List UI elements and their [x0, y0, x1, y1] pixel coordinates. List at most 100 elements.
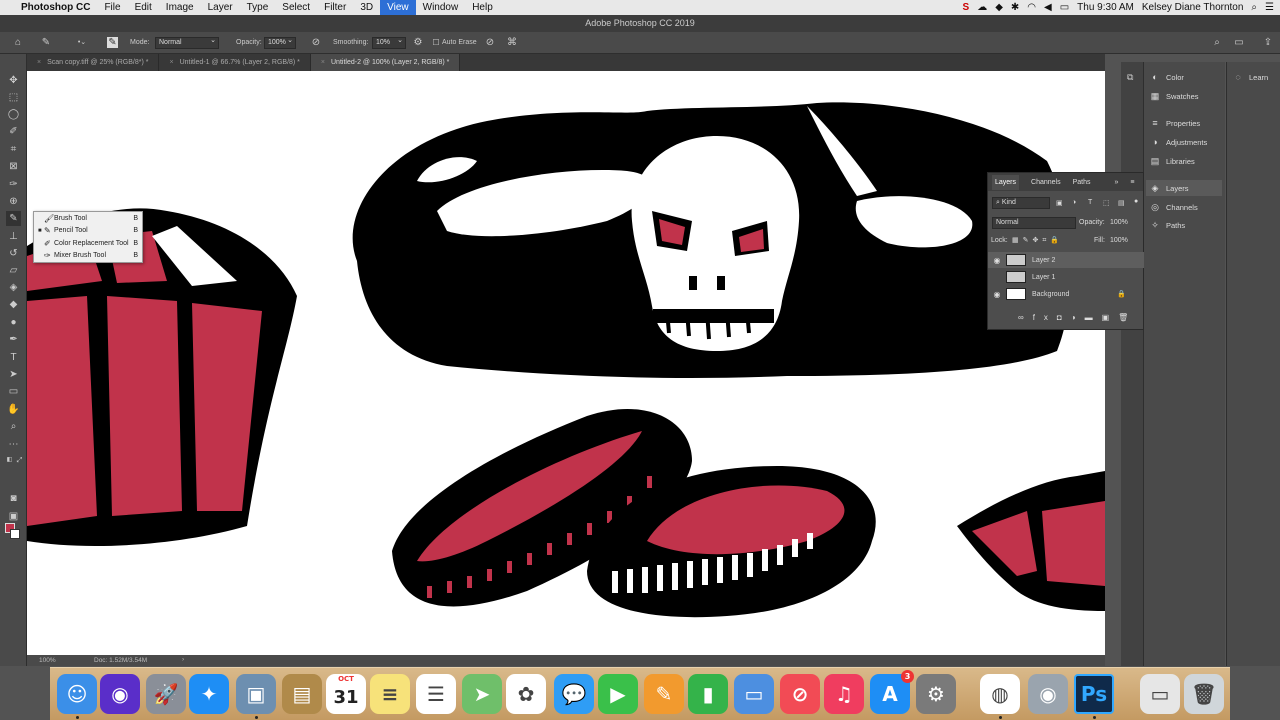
dock-app-maps[interactable]: ➤: [462, 674, 502, 714]
stamp-tool-icon[interactable]: ⊥: [6, 229, 21, 244]
rectangle-tool-icon[interactable]: ▭: [6, 384, 21, 399]
flyout-item-brush[interactable]: 🖌 Brush Tool B: [34, 212, 142, 225]
eye-icon[interactable]: ◉: [988, 290, 1006, 299]
dock-channels[interactable]: ◎ Channels: [1150, 199, 1198, 215]
menu-view[interactable]: View: [380, 0, 416, 15]
marquee-tool-icon[interactable]: ⬚: [6, 90, 21, 105]
filter-shape-icon[interactable]: ⬚: [1103, 199, 1110, 207]
dock-app-reminders[interactable]: ☰: [416, 674, 456, 714]
wifi-icon[interactable]: ◠: [1027, 2, 1036, 13]
dock-app-notes[interactable]: ≡: [370, 674, 410, 714]
close-icon[interactable]: ×: [37, 59, 41, 66]
bluetooth-icon[interactable]: ✱: [1011, 2, 1019, 13]
close-icon[interactable]: ×: [321, 59, 325, 66]
menu-type[interactable]: Type: [240, 0, 276, 15]
volume-icon[interactable]: ◀: [1044, 2, 1052, 13]
collapse-icon[interactable]: »: [1115, 179, 1119, 186]
menu-image[interactable]: Image: [159, 0, 201, 15]
dock-app-app-store[interactable]: A3: [870, 670, 914, 714]
filter-smart-icon[interactable]: ▤: [1118, 199, 1125, 207]
menu-filter[interactable]: Filter: [317, 0, 353, 15]
menu-3d[interactable]: 3D: [353, 0, 380, 15]
dock-app-messages[interactable]: 💬: [554, 674, 594, 714]
pencil-tool-icon[interactable]: ✎: [6, 211, 21, 226]
dock-app-chrome[interactable]: ◍: [980, 674, 1020, 714]
menu-app-name[interactable]: Photoshop CC: [14, 0, 97, 15]
dock-app-keynote[interactable]: ▭: [734, 674, 774, 714]
quick-select-tool-icon[interactable]: ✐: [6, 124, 21, 139]
menu-window[interactable]: Window: [416, 0, 466, 15]
dock-color[interactable]: ◐ Color: [1150, 69, 1184, 85]
lock-icons[interactable]: ▦✎✥⌗🔒: [1012, 236, 1063, 245]
dock-app-siri[interactable]: ◉: [100, 674, 140, 714]
layer-row-layer-2[interactable]: ◉ Layer 2: [988, 252, 1144, 268]
quick-mask-icon[interactable]: ◙: [6, 491, 21, 506]
tab-paths[interactable]: Paths: [1073, 179, 1091, 186]
smoothing-field[interactable]: 10%: [372, 36, 406, 49]
layer-name[interactable]: Layer 1: [1032, 274, 1055, 281]
pen-tool-icon[interactable]: ✒: [6, 332, 21, 347]
eye-icon[interactable]: ◉: [988, 256, 1006, 265]
search-icon[interactable]: ⌕: [1211, 37, 1223, 49]
status-icon-s[interactable]: S: [963, 2, 970, 13]
auto-erase-checkbox[interactable]: ☐: [430, 37, 442, 49]
dock-app-finder[interactable]: ☺: [57, 674, 97, 714]
dodge-tool-icon[interactable]: ●: [6, 315, 21, 330]
swap-colors-icon[interactable]: ⤢: [12, 453, 27, 468]
path-select-tool-icon[interactable]: ➤: [6, 367, 21, 382]
zoom-level[interactable]: 100%: [39, 657, 56, 664]
flyout-item-pencil[interactable]: ■ ✎ Pencil Tool B: [34, 225, 142, 238]
dock-app-numbers[interactable]: ▮: [688, 674, 728, 714]
tab-untitled-2[interactable]: × Untitled-2 @ 100% (Layer 2, RGB/8) *: [310, 54, 461, 71]
healing-tool-icon[interactable]: ⊕: [6, 194, 21, 209]
hand-tool-icon[interactable]: ✋: [6, 402, 21, 417]
dock-learn[interactable]: ◌ Learn: [1233, 69, 1268, 85]
frame-tool-icon[interactable]: ⊠: [6, 159, 21, 174]
close-icon[interactable]: ×: [169, 59, 173, 66]
move-tool-icon[interactable]: ✥: [6, 73, 21, 88]
panel-menu-icon[interactable]: ≡: [1130, 179, 1134, 186]
workspace-icon[interactable]: ▭: [1233, 37, 1245, 49]
opacity-field[interactable]: 100%: [264, 36, 296, 49]
dock-app-launchpad[interactable]: 🚀: [146, 674, 186, 714]
status-arrow-icon[interactable]: ›: [182, 656, 184, 663]
dock-app-system-preferences[interactable]: ⚙: [916, 674, 956, 714]
eraser-tool-icon[interactable]: ▱: [6, 263, 21, 278]
brush-size-icon[interactable]: •⌄: [76, 37, 88, 49]
blur-tool-icon[interactable]: ◆: [6, 297, 21, 312]
spotlight-icon[interactable]: ⌕: [1251, 2, 1257, 13]
notification-center-icon[interactable]: ☰: [1265, 2, 1274, 13]
filter-pixel-icon[interactable]: ▣: [1056, 199, 1063, 207]
gradient-tool-icon[interactable]: ◈: [6, 280, 21, 295]
tab-channels[interactable]: Channels: [1031, 179, 1061, 186]
dropbox-icon[interactable]: ◆: [995, 2, 1003, 13]
dock-properties[interactable]: ≡ Properties: [1150, 115, 1200, 131]
menu-edit[interactable]: Edit: [128, 0, 159, 15]
dock-app-documents[interactable]: ▭: [1140, 674, 1180, 714]
type-tool-icon[interactable]: T: [6, 350, 21, 365]
layers-footer-icons[interactable]: ∞fx◘◑▬▣🗑: [1018, 313, 1137, 322]
tab-untitled-1[interactable]: × Untitled-1 @ 66.7% (Layer 2, RGB/8) *: [159, 54, 311, 71]
dock-app-news[interactable]: ⊘: [780, 674, 820, 714]
filter-kind-select[interactable]: ⌕ Kind: [992, 197, 1050, 209]
dock-app-trash[interactable]: 🗑: [1184, 674, 1224, 714]
fill-field[interactable]: 100%: [1110, 237, 1128, 244]
dock-app-facetime[interactable]: ▶: [598, 674, 638, 714]
dock-app-preview[interactable]: ▣: [236, 674, 276, 714]
filter-toggle-icon[interactable]: ●: [1134, 198, 1138, 205]
mode-select[interactable]: Normal: [155, 36, 219, 49]
layer-opacity-field[interactable]: 100%: [1110, 219, 1128, 226]
layer-name[interactable]: Layer 2: [1032, 257, 1055, 264]
layer-name[interactable]: Background: [1032, 291, 1069, 298]
dock-app-photoshop[interactable]: Ps: [1074, 674, 1114, 714]
dock-app-music[interactable]: ♫: [824, 674, 864, 714]
dock-libraries[interactable]: ▤ Libraries: [1150, 153, 1195, 169]
tab-layers[interactable]: Layers: [992, 174, 1020, 190]
history-panel-icon[interactable]: ⧉: [1127, 72, 1133, 83]
dock-app-notes-folder[interactable]: ▤: [282, 674, 322, 714]
screen-mode-icon[interactable]: ▣: [6, 509, 21, 524]
eyedropper-tool-icon[interactable]: ✑: [6, 177, 21, 192]
dock-app-photos[interactable]: ✿: [506, 674, 546, 714]
clock[interactable]: Thu 9:30 AM: [1077, 2, 1134, 13]
share-icon[interactable]: ⇪: [1262, 37, 1274, 49]
